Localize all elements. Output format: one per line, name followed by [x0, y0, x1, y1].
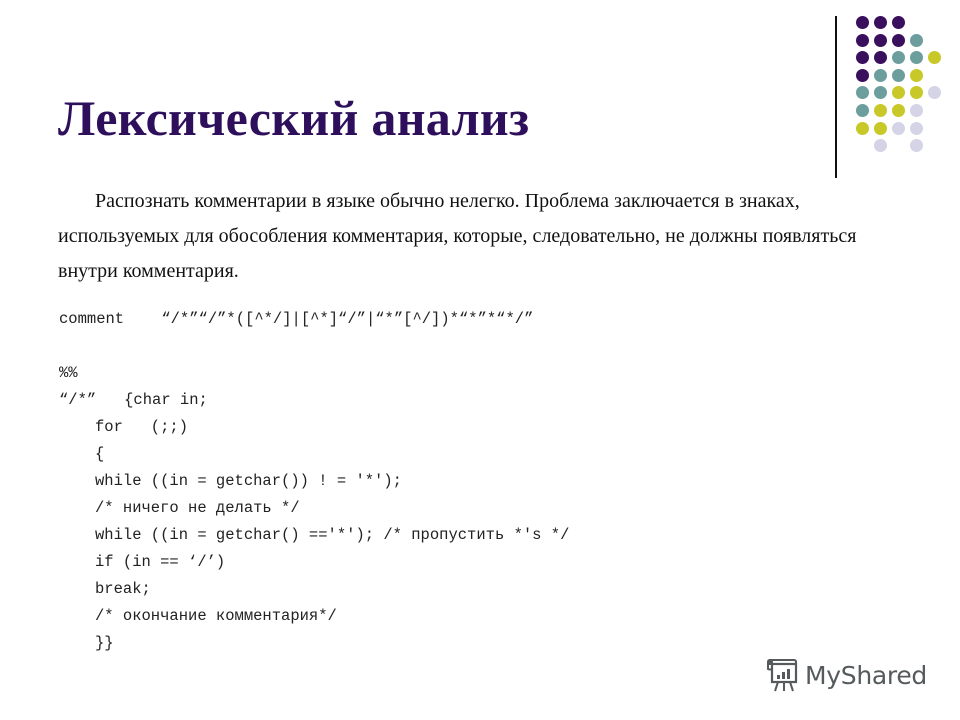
dot: [892, 86, 905, 100]
dot: [856, 121, 869, 135]
dot: [928, 86, 941, 100]
dot: [892, 104, 905, 117]
dot: [910, 104, 923, 117]
dot: [874, 139, 887, 153]
dot: [856, 104, 869, 117]
code-line: /* окончание комментария*/: [95, 607, 337, 625]
dot: [856, 51, 869, 65]
presentation-board-icon: [767, 658, 798, 692]
code-line: while ((in = getchar() =='*'); /* пропус…: [95, 526, 570, 544]
dot: [910, 139, 923, 153]
dot: [910, 51, 923, 65]
dot: [910, 121, 923, 135]
dot: [892, 51, 905, 65]
code-line: if (in == ‘/’): [95, 553, 226, 571]
paragraph-text: Распознать комментарии в языке обычно не…: [58, 190, 857, 282]
code-line: /* ничего не делать */: [95, 499, 300, 517]
dot: [874, 16, 887, 29]
dot: [892, 121, 905, 135]
dot: [910, 33, 923, 47]
code-line: break;: [95, 580, 151, 598]
code-line: for (;;): [95, 418, 189, 436]
dot: [856, 16, 869, 29]
vertical-divider: [835, 16, 837, 178]
dot: [856, 33, 869, 47]
dot: [910, 68, 923, 82]
dot: [892, 33, 905, 47]
dot: [874, 68, 887, 82]
watermark: MyShared: [765, 655, 927, 695]
dot: [892, 68, 905, 82]
code-line: }}: [95, 634, 114, 652]
dot: [874, 104, 887, 117]
dot: [874, 51, 887, 65]
watermark-text: MyShared: [805, 660, 927, 690]
dot: [874, 121, 887, 135]
code-line: “/*” {char in;: [59, 391, 208, 409]
body-paragraph: Распознать комментарии в языке обычно не…: [58, 184, 878, 289]
slide-title: Лексический анализ: [58, 90, 530, 146]
dot: [874, 86, 887, 100]
dot: [874, 33, 887, 47]
dot: [910, 86, 923, 100]
code-line: %%: [59, 364, 78, 382]
dot: [856, 86, 869, 100]
code-line: comment “/*”“/”*([^*/]|[^*]“/”|“*”[^/])*…: [59, 310, 534, 328]
dot: [856, 68, 869, 82]
dot: [892, 16, 905, 29]
code-line: while ((in = getchar()) ! = '*');: [95, 472, 402, 490]
dot: [928, 51, 941, 65]
code-line: {: [95, 445, 105, 463]
